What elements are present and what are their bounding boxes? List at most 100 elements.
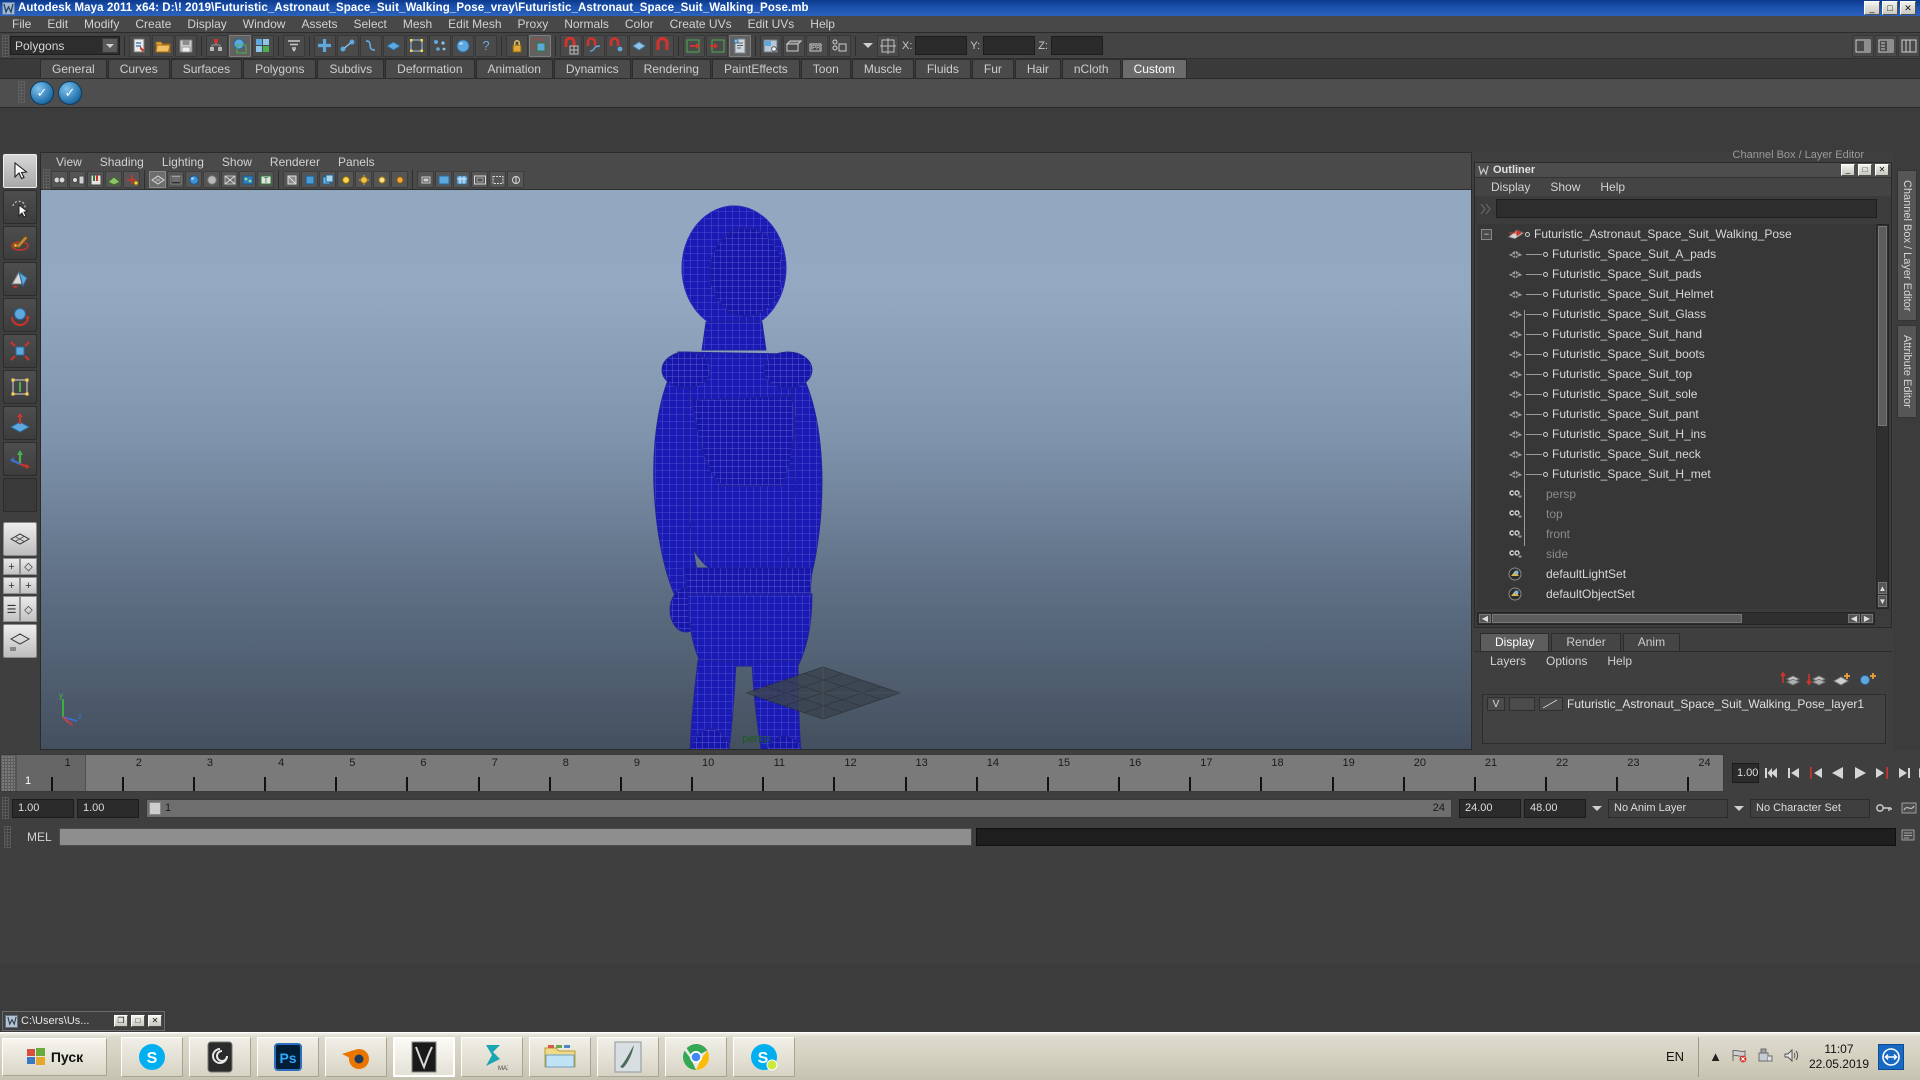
selection-mask-button[interactable] [283, 34, 305, 57]
menu-color[interactable]: Color [617, 16, 662, 32]
outliner-row-child[interactable]: Futuristic_Space_Suit_H_ins [1477, 424, 1875, 444]
snap-to-view-plane-button[interactable] [629, 34, 651, 57]
language-indicator[interactable]: EN [1666, 1049, 1690, 1064]
make-live-button[interactable] [652, 34, 674, 57]
menu-assets[interactable]: Assets [293, 16, 345, 32]
time-slider[interactable]: 1 1 2 3 4 5 6 7 8 9 10 11 12 13 14 15 16 17 18 19 20 21 22 23 2… [0, 754, 1724, 792]
command-response-field[interactable] [976, 828, 1896, 846]
menu-proxy[interactable]: Proxy [510, 16, 557, 32]
render-sequence-button[interactable]: IPR [806, 34, 828, 57]
outliner-row-camera[interactable]: persp [1477, 484, 1875, 504]
show-hide-attribute-editor-button[interactable] [1875, 34, 1897, 57]
layer-visibility-toggle[interactable]: V [1487, 697, 1505, 711]
menu-create[interactable]: Create [127, 16, 179, 32]
command-line-gripper[interactable] [4, 826, 11, 848]
resolution-gate-icon[interactable] [489, 171, 506, 188]
image-plane-icon[interactable] [105, 171, 122, 188]
outliner-row-child[interactable]: Futuristic_Space_Suit_H_met [1477, 464, 1875, 484]
create-polygon-plane-button[interactable] [383, 34, 405, 57]
maximize-button-taskwin[interactable]: □ [131, 1015, 145, 1027]
transform-fields-mode-button[interactable] [877, 34, 899, 57]
create-nurbs-curve-button[interactable] [360, 34, 382, 57]
layer-editor-menu-options[interactable]: Options [1536, 654, 1597, 668]
lights-icon[interactable] [337, 171, 354, 188]
outliner-row-child[interactable]: Futuristic_Space_Suit_hand [1477, 324, 1875, 344]
show-manipulator-tool[interactable] [3, 442, 37, 476]
outliner-vertical-scrollbar[interactable]: ▲ ▼ [1876, 224, 1889, 609]
menu-edit-mesh[interactable]: Edit Mesh [440, 16, 509, 32]
select-camera-icon[interactable] [51, 171, 68, 188]
3dsmax-taskbar-button[interactable]: MAX [461, 1036, 523, 1077]
photoshop-taskbar-button[interactable]: Ps [257, 1036, 319, 1077]
menu-mesh[interactable]: Mesh [395, 16, 440, 32]
last-tool-used[interactable] [3, 478, 37, 512]
vertical-tab-attribute-editor[interactable]: Attribute Editor [1897, 325, 1917, 419]
layout-persp-half[interactable]: ◇ [20, 596, 37, 622]
grid-icon[interactable] [435, 171, 452, 188]
texture-icon[interactable] [239, 171, 256, 188]
outliner-scroll-up-button[interactable]: ▲ [1878, 582, 1887, 594]
shelf-tab-custom[interactable]: Custom [1121, 59, 1187, 78]
shelf-tab-fluids[interactable]: Fluids [914, 59, 971, 78]
toggle-field-chevron-icon[interactable] [860, 36, 876, 55]
network-error-icon[interactable] [1731, 1048, 1748, 1066]
character-set-chevron-icon[interactable] [1731, 799, 1747, 818]
isolate-select-icon[interactable] [417, 171, 434, 188]
anim-layer-selector[interactable]: No Anim Layer [1608, 798, 1728, 818]
create-polygon-sphere-button[interactable] [314, 34, 336, 57]
new-layer-icon[interactable] [1832, 671, 1852, 690]
teamviewer-icon[interactable] [1878, 1043, 1904, 1070]
shelf-tab-polygons[interactable]: Polygons [243, 59, 317, 78]
safely-remove-hardware-icon[interactable] [1757, 1048, 1774, 1066]
status-line-gripper[interactable] [2, 34, 9, 57]
layout-cell-bottom-right[interactable]: + [20, 577, 37, 594]
ipr-icon[interactable] [391, 171, 408, 188]
menu-edit[interactable]: Edit [39, 16, 76, 32]
sculpt-sphere-button[interactable] [452, 34, 474, 57]
menu-window[interactable]: Window [235, 16, 294, 32]
layout-cell-top-left[interactable]: + [3, 558, 20, 575]
anim-end-field[interactable]: 24.00 [1459, 798, 1521, 818]
anim-layer-chevron-icon[interactable] [1589, 799, 1605, 818]
step-forward-frame-icon[interactable] [1895, 762, 1913, 784]
outliner-search-input[interactable] [1496, 199, 1877, 218]
start-button[interactable]: Пуск [2, 1037, 107, 1076]
range-slider-left-handle[interactable] [149, 801, 161, 815]
outliner-tree[interactable]: − Futuristic_Astronaut_Space_Suit_Walking… [1477, 224, 1875, 609]
play-backwards-icon[interactable] [1829, 762, 1847, 784]
outliner-row-camera[interactable]: side [1477, 544, 1875, 564]
shadow-icon[interactable] [301, 171, 318, 188]
layer-editor-tab-anim[interactable]: Anim [1622, 633, 1681, 651]
explorer-taskbar-button[interactable] [529, 1036, 591, 1077]
maya-taskbar-button[interactable] [393, 1036, 455, 1077]
volume-icon[interactable] [1783, 1048, 1800, 1066]
lasso-select-tool[interactable] [3, 190, 37, 224]
minimized-window-button[interactable]: C:\Users\Us... ❐ □ ✕ [2, 1011, 165, 1031]
outliner-close-button[interactable]: ✕ [1875, 164, 1889, 176]
exposure-icon[interactable] [507, 171, 524, 188]
menu-edit-uvs[interactable]: Edit UVs [740, 16, 803, 32]
snap-to-point-button[interactable] [606, 34, 628, 57]
mel-command-input[interactable] [59, 828, 972, 846]
camera-attributes-icon[interactable] [69, 171, 86, 188]
skype-taskbar-button[interactable]: S [121, 1036, 183, 1077]
outliner-hscroll-thumb[interactable] [1492, 614, 1742, 623]
light-icon[interactable] [373, 171, 390, 188]
select-by-object-type-button[interactable] [229, 34, 251, 57]
input-output-connections-button[interactable] [529, 34, 551, 57]
layer-editor-tab-display[interactable]: Display [1480, 633, 1550, 651]
outliner-row-child[interactable]: Futuristic_Space_Suit_sole [1477, 384, 1875, 404]
outliner-row-child[interactable]: Futuristic_Space_Suit_neck [1477, 444, 1875, 464]
soft-modification-tool[interactable] [3, 406, 37, 440]
shelf-tab-hair[interactable]: Hair [1014, 59, 1061, 78]
anim-total-field[interactable]: 48.00 [1524, 798, 1586, 818]
outliner-vscroll-thumb[interactable] [1878, 226, 1887, 426]
outliner-minimize-button[interactable]: _ [1841, 164, 1855, 176]
outliner-persp-layout[interactable]: ☰ ◇ [3, 596, 37, 622]
viewport-menu-show[interactable]: Show [213, 154, 261, 170]
outliner-menu-display[interactable]: Display [1481, 180, 1540, 194]
outliner-row-child[interactable]: Futuristic_Space_Suit_pads [1477, 264, 1875, 284]
step-back-frame-icon[interactable] [1785, 762, 1803, 784]
restore-button[interactable]: ❐ [114, 1015, 128, 1027]
constrain-icon[interactable] [123, 171, 140, 188]
